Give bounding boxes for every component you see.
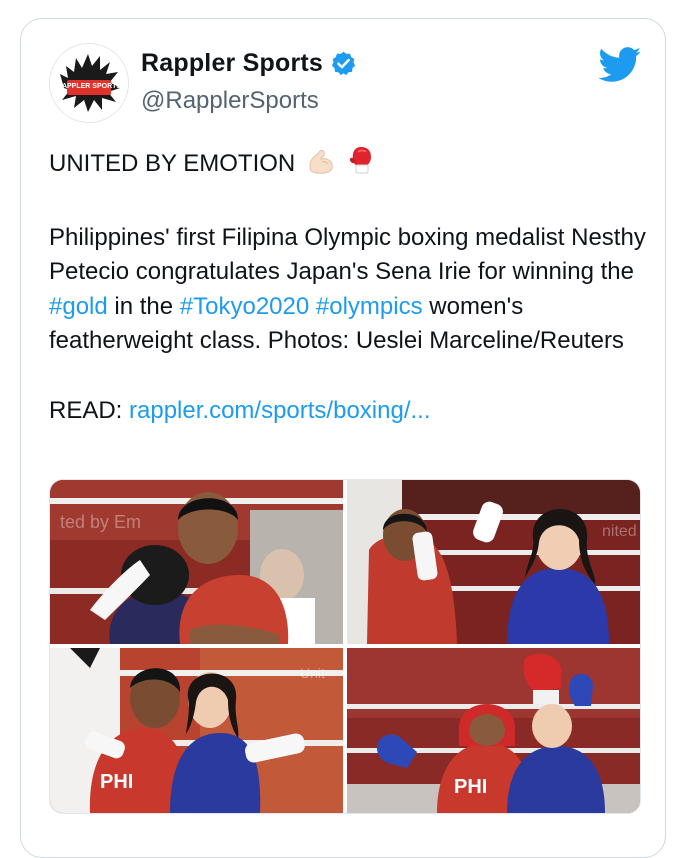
photo-backdrop-text: nited <box>602 523 637 540</box>
tweet-photo-2[interactable]: nited <box>347 480 640 644</box>
hashtag-tokyo2020-link[interactable]: #Tokyo2020 <box>180 293 309 320</box>
read-more-line: READ: rappler.com/sports/boxing/... <box>49 394 649 429</box>
tweet-text-segment: Philippines' first Filipina Olympic boxi… <box>49 223 646 286</box>
photo-grid: ted by Em nited PHI Unit PHI <box>49 479 641 814</box>
tweet-photo-1[interactable]: ted by Em <box>50 480 343 644</box>
hashtag-olympics-link[interactable]: #olympics <box>316 293 423 320</box>
author-avatar[interactable]: RAPPLER SPORTS <box>49 43 129 123</box>
author-handle[interactable]: @RapplerSports <box>141 87 319 115</box>
verified-badge-icon <box>330 50 357 77</box>
hashtag-gold-link[interactable]: #gold <box>49 293 108 320</box>
tweet-photo-3[interactable]: PHI Unit <box>50 648 343 813</box>
tweet-body: UNITED BY EMOTION Philippines' first Fil… <box>49 145 649 428</box>
tweet-photo-4[interactable]: PHI <box>347 648 640 813</box>
tweet-text-segment <box>309 293 316 320</box>
photo-backdrop-text: ted by Em <box>60 512 141 532</box>
flexed-biceps-icon <box>306 149 336 186</box>
photo-backdrop-text: Unit <box>300 665 325 681</box>
tweet-card[interactable]: RAPPLER SPORTS Rappler Sports @RapplerSp… <box>20 18 666 858</box>
article-link[interactable]: rappler.com/sports/boxing/... <box>129 397 430 424</box>
tweet-text-segment: in the <box>107 292 180 320</box>
tweet-headline: UNITED BY EMOTION <box>49 150 296 177</box>
jersey-text: PHI <box>454 776 487 798</box>
tweet-headline-line: UNITED BY EMOTION <box>49 145 649 186</box>
avatar-logo-text: RAPPLER SPORTS <box>57 83 122 90</box>
read-label: READ: <box>49 396 130 424</box>
jersey-text: PHI <box>100 771 133 793</box>
tweet-paragraph: Philippines' first Filipina Olympic boxi… <box>49 221 649 359</box>
author-display-name[interactable]: Rappler Sports <box>141 49 323 78</box>
twitter-bird-icon[interactable] <box>598 47 642 83</box>
boxing-glove-icon <box>347 145 375 186</box>
